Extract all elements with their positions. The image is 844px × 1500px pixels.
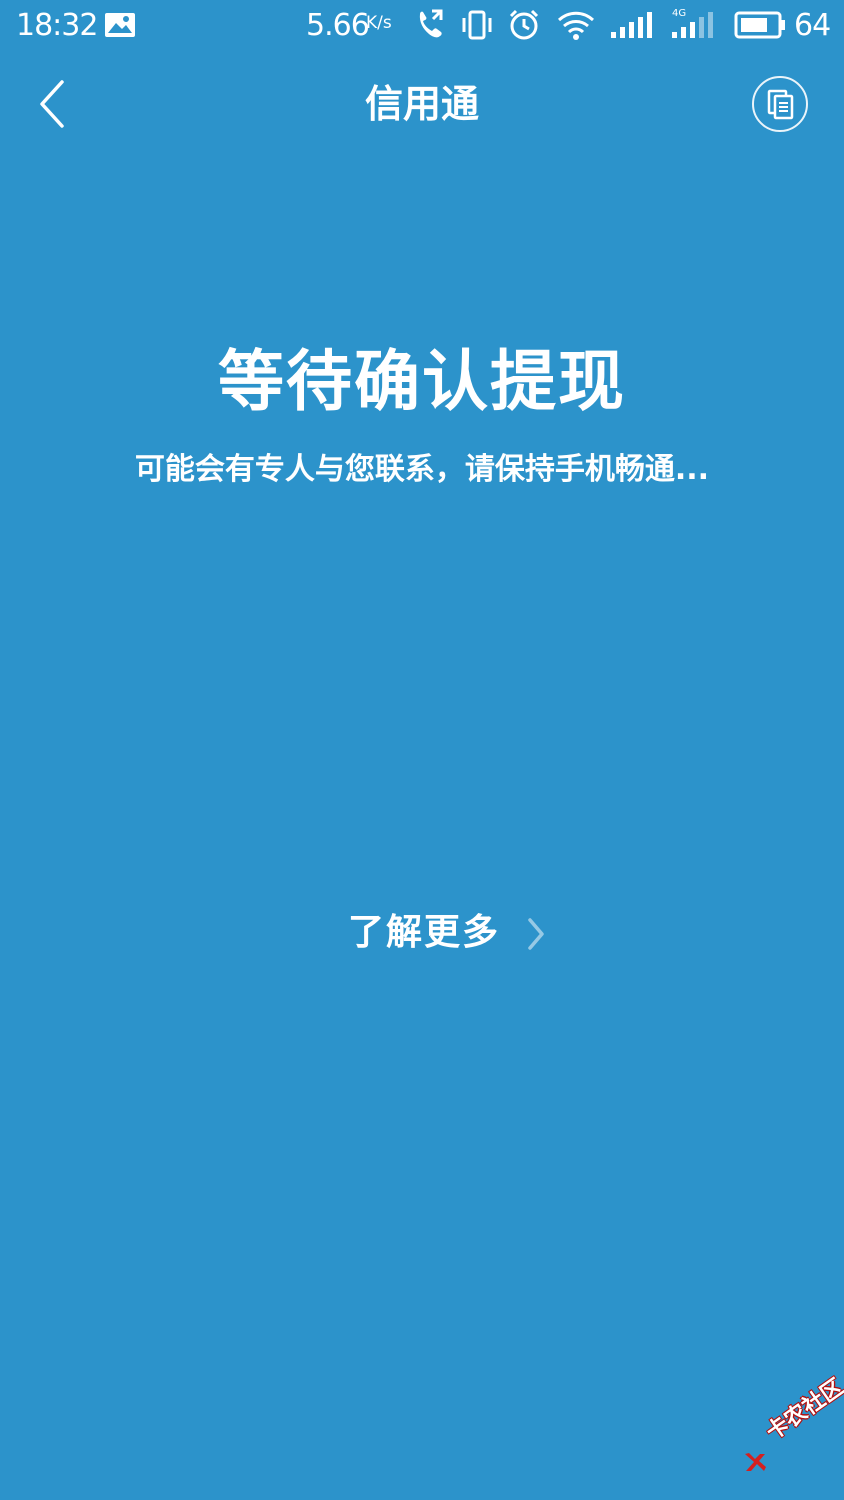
chevron-right-icon [528,918,544,950]
nav-bar: 信用通 [0,52,844,156]
status-description: 可能会有专人与您联系，请保持手机畅通... [134,452,710,487]
status-bar: 18:32 5.66 K/s 4G 64 [0,0,844,52]
net-speed: 5.66 [306,8,370,43]
watermark-text: 卡农社区 [762,1374,844,1446]
learn-more-link[interactable]: 了解更多 [340,906,560,960]
learn-more-label: 了解更多 [348,912,501,953]
watermark-logo-icon [745,1453,766,1471]
wifi-icon [557,11,595,40]
document-button[interactable] [752,76,808,132]
vibrate-icon [462,10,492,40]
status-time: 18:32 [16,8,98,43]
net-speed-unit: K/s [366,13,392,33]
battery-percent: 64 [794,8,831,43]
status-headline: 等待确认提现 [218,343,626,420]
gallery-icon [105,13,135,37]
watermark: 卡农社区 [740,1375,844,1485]
battery-icon [734,11,785,39]
signal-icon [611,12,652,38]
alarm-icon [509,9,539,40]
page-title: 信用通 [364,82,479,126]
signal-4g-icon [672,12,713,38]
document-icon [767,89,794,120]
call-forward-icon [419,9,443,38]
